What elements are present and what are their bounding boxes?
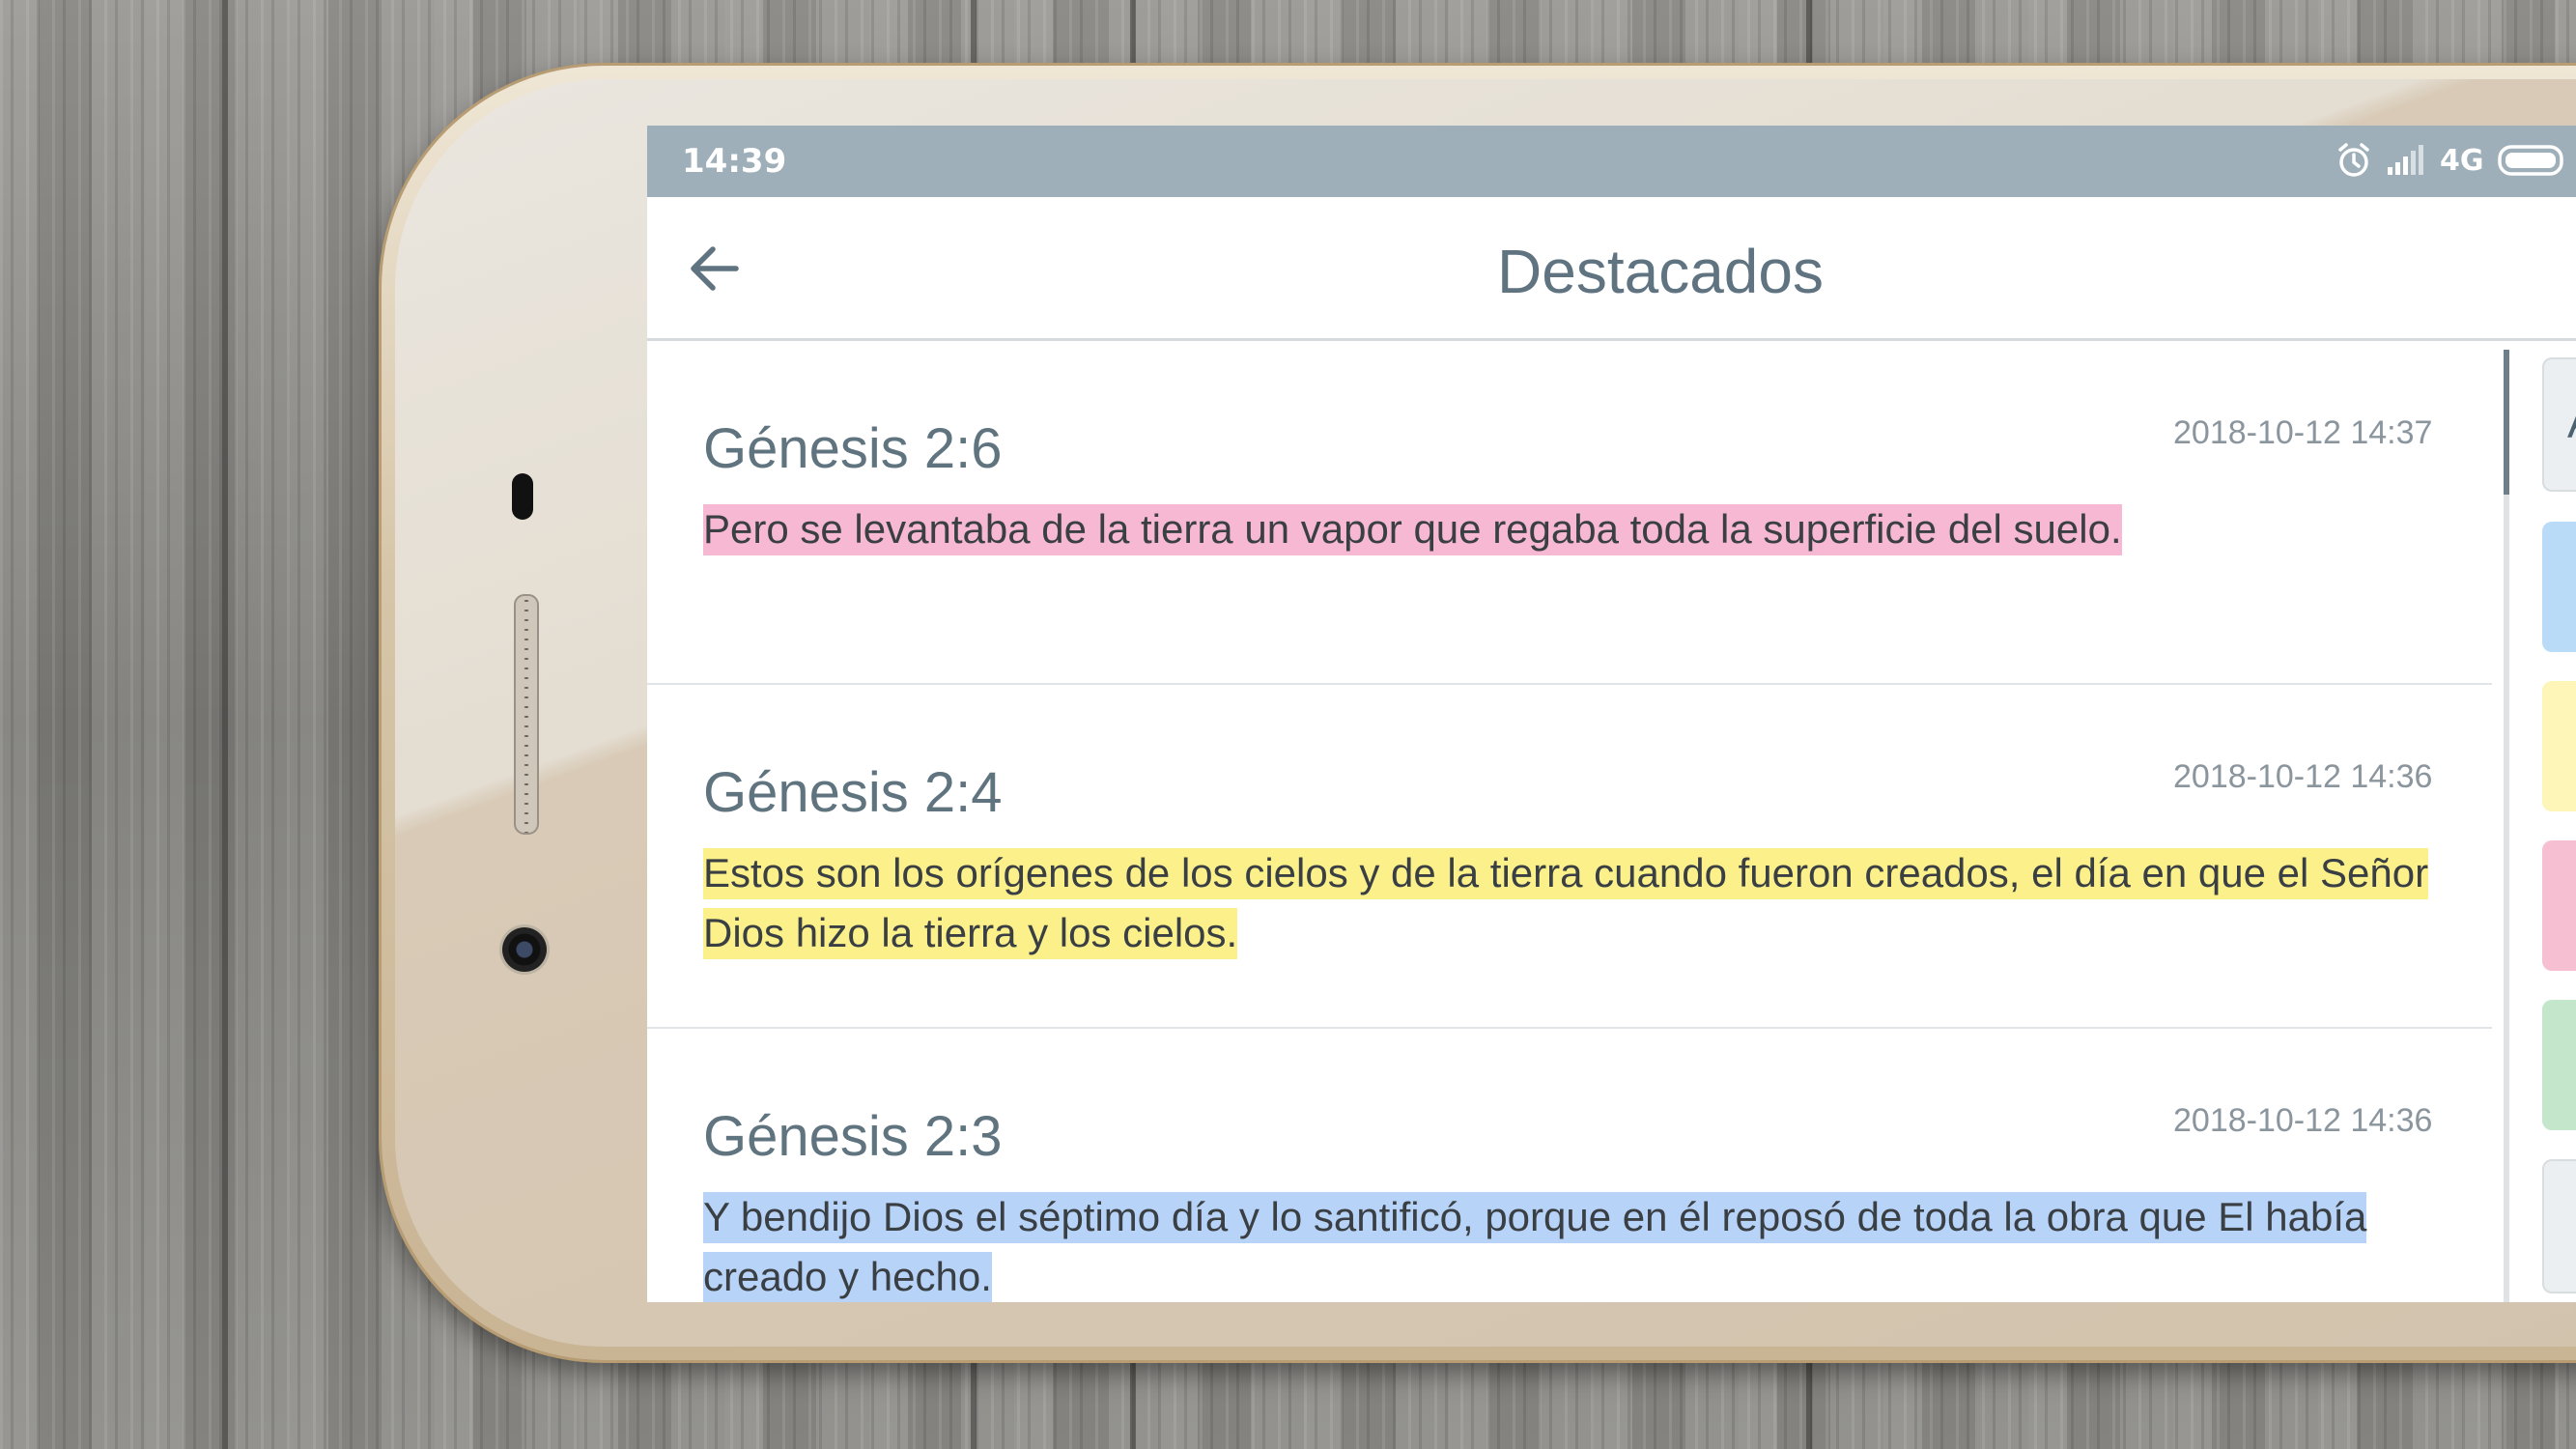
highlight-date: 2018-10-12 14:36 xyxy=(2173,1102,2433,1139)
highlight-date: 2018-10-12 14:36 xyxy=(2173,758,2433,795)
highlighted-verse: Pero se levantaba de la tierra un vapor … xyxy=(703,504,2122,555)
filter-green-button[interactable] xyxy=(2542,1000,2576,1130)
filter-gray-button[interactable] xyxy=(2542,1159,2576,1293)
status-bar: 14:39 4G xyxy=(647,126,2576,197)
verse-text: Estos son los orígenes de los cielos y d… xyxy=(703,843,2442,963)
verse-reference: Génesis 2:6 xyxy=(703,417,1003,480)
earpiece-speaker xyxy=(514,594,539,835)
highlight-card[interactable]: Génesis 2:3 2018-10-12 14:36 Y bendijo D… xyxy=(647,1029,2492,1302)
highlight-card[interactable]: Génesis 2:6 2018-10-12 14:37 Pero se lev… xyxy=(647,341,2492,685)
verse-reference: Génesis 2:3 xyxy=(703,1105,1003,1168)
phone-screen: 14:39 4G Destacados Génesis 2:6 2018-10-… xyxy=(647,126,2576,1302)
app-bar: Destacados xyxy=(647,197,2576,341)
filter-pink-button[interactable] xyxy=(2542,840,2576,971)
highlight-card[interactable]: Génesis 2:4 2018-10-12 14:36 Estos son l… xyxy=(647,685,2492,1029)
verse-reference: Génesis 2:4 xyxy=(703,761,1003,824)
front-camera xyxy=(502,927,547,972)
verse-text: Y bendijo Dios el séptimo día y lo santi… xyxy=(703,1187,2442,1302)
page-title: Destacados xyxy=(1497,237,1824,306)
highlights-list[interactable]: Génesis 2:6 2018-10-12 14:37 Pero se lev… xyxy=(647,341,2492,1302)
filter-yellow-button[interactable] xyxy=(2542,681,2576,811)
battery-icon xyxy=(2497,145,2563,176)
verse-text: Pero se levantaba de la tierra un vapor … xyxy=(703,499,2442,559)
filter-all-button[interactable]: A xyxy=(2542,357,2576,492)
arrow-left-icon[interactable] xyxy=(684,238,746,299)
status-time: 14:39 xyxy=(682,142,787,181)
front-sensor xyxy=(512,473,533,520)
highlighted-verse: Estos son los orígenes de los cielos y d… xyxy=(703,848,2429,959)
filter-all-label: A xyxy=(2567,396,2576,448)
filter-blue-button[interactable] xyxy=(2542,522,2576,652)
alarm-icon xyxy=(2338,143,2369,177)
wood-plank-seam xyxy=(222,0,228,1449)
network-type: 4G xyxy=(2440,143,2484,178)
scrollbar-thumb[interactable] xyxy=(2504,350,2509,495)
highlight-date: 2018-10-12 14:37 xyxy=(2173,414,2433,451)
status-icons: 4G xyxy=(2335,141,2567,180)
signal-icon xyxy=(2388,145,2423,175)
color-filter-panel: A xyxy=(2533,357,2576,1302)
scrollbar[interactable] xyxy=(2504,350,2509,1302)
highlighted-verse: Y bendijo Dios el séptimo día y lo santi… xyxy=(703,1192,2367,1302)
